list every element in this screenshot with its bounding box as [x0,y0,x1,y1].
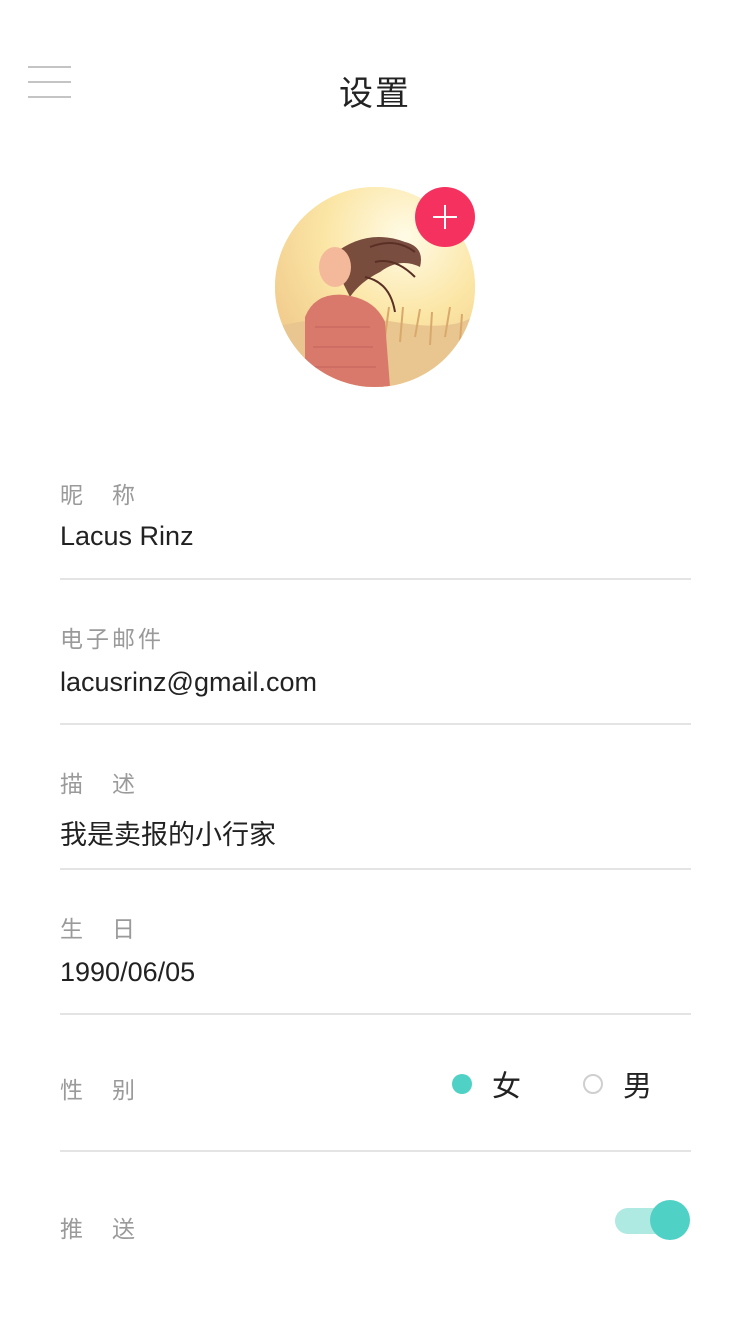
push-toggle[interactable] [615,1200,690,1240]
nickname-value[interactable]: Lacus Rinz [60,521,194,552]
push-label: 推 送 [60,1217,138,1243]
email-row[interactable]: 电子邮件 lacusrinz@gmail.com [60,580,691,725]
toggle-knob [650,1200,690,1240]
nickname-label: 昵 称 [60,483,138,509]
birthday-row[interactable]: 生 日 1990/06/05 [60,870,691,1015]
avatar-container [275,187,475,387]
nickname-row[interactable]: 昵 称 Lacus Rinz [60,458,691,580]
description-value[interactable]: 我是卖报的小行家 [60,813,276,852]
gender-option-label: 男 [623,1069,653,1103]
gender-option-female[interactable]: 女 [452,1063,532,1103]
gender-option-male[interactable]: 男 [583,1063,663,1103]
add-photo-button[interactable] [415,187,475,247]
gender-option-label: 女 [492,1069,522,1103]
birthday-label: 生 日 [60,917,138,943]
radio-unselected-icon [583,1074,603,1094]
birthday-value[interactable]: 1990/06/05 [60,957,195,988]
header: 设置 [0,0,750,180]
page-title: 设置 [339,74,411,114]
settings-page: 设置 昵 称 Lacus Rinz 电子邮件 lacusrinz@gmail.c… [0,0,750,1335]
email-value[interactable]: lacusrinz@gmail.com [60,667,317,698]
push-row: 推 送 [60,1152,691,1292]
radio-selected-icon [452,1074,472,1094]
description-row[interactable]: 描 述 我是卖报的小行家 [60,725,691,870]
email-label: 电子邮件 [60,627,164,653]
gender-label: 性 别 [60,1078,138,1104]
description-label: 描 述 [60,772,138,798]
